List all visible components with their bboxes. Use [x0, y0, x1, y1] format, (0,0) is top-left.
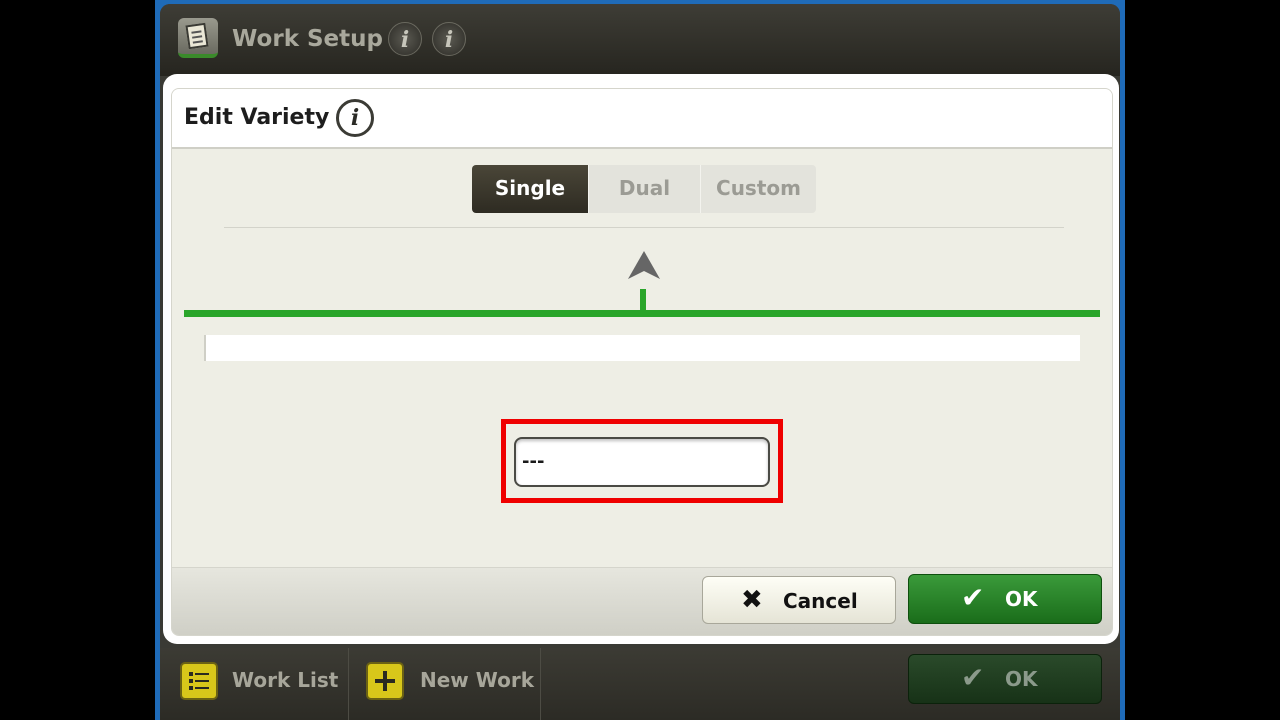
- close-icon: ✖: [741, 585, 763, 615]
- app-window: Work Setup i i Edit Variety i Single Dua…: [160, 4, 1120, 720]
- info-icon[interactable]: i: [388, 22, 422, 56]
- plus-icon: [366, 662, 404, 700]
- list-icon: [180, 662, 218, 700]
- top-bar: Work Setup i i: [160, 4, 1120, 76]
- new-work-button[interactable]: New Work: [348, 648, 541, 720]
- implement-row-bar: [184, 310, 1100, 317]
- bottom-bar: Work List New Work ✔ OK: [160, 648, 1120, 720]
- display-frame: Work Setup i i Edit Variety i Single Dua…: [155, 0, 1125, 720]
- ok-button-disabled[interactable]: ✔ OK: [908, 654, 1102, 704]
- checkmark-icon: ✔: [961, 581, 985, 614]
- divider: [224, 227, 1064, 228]
- ok-label: OK: [1005, 667, 1038, 691]
- ok-button[interactable]: ✔ OK: [908, 574, 1102, 624]
- tab-single[interactable]: Single: [472, 165, 588, 213]
- cancel-label: Cancel: [783, 589, 858, 613]
- tab-dual[interactable]: Dual: [588, 165, 700, 213]
- dialog-footer: ✖ Cancel ✔ OK: [172, 567, 1112, 635]
- dialog-header: Edit Variety i: [172, 89, 1112, 149]
- work-list-button[interactable]: Work List: [160, 648, 349, 720]
- variety-input[interactable]: ---: [514, 437, 770, 487]
- cancel-button[interactable]: ✖ Cancel: [702, 576, 896, 624]
- variety-section-bar[interactable]: [204, 335, 1080, 361]
- work-list-label: Work List: [232, 668, 339, 692]
- machine-direction-arrow-icon: [628, 251, 660, 279]
- tab-custom[interactable]: Custom: [700, 165, 816, 213]
- dialog-info-icon[interactable]: i: [336, 99, 374, 137]
- work-setup-app-icon[interactable]: [178, 18, 218, 58]
- ok-label: OK: [1005, 587, 1038, 611]
- variety-mode-segmented-control: Single Dual Custom: [472, 165, 816, 213]
- checkmark-icon: ✔: [961, 661, 985, 694]
- info-icon-2[interactable]: i: [432, 22, 466, 56]
- page-title: Work Setup: [232, 26, 383, 52]
- dialog-title: Edit Variety: [184, 105, 330, 130]
- new-work-label: New Work: [420, 668, 534, 692]
- edit-variety-dialog: Edit Variety i Single Dual Custom --- ✖ …: [163, 74, 1119, 644]
